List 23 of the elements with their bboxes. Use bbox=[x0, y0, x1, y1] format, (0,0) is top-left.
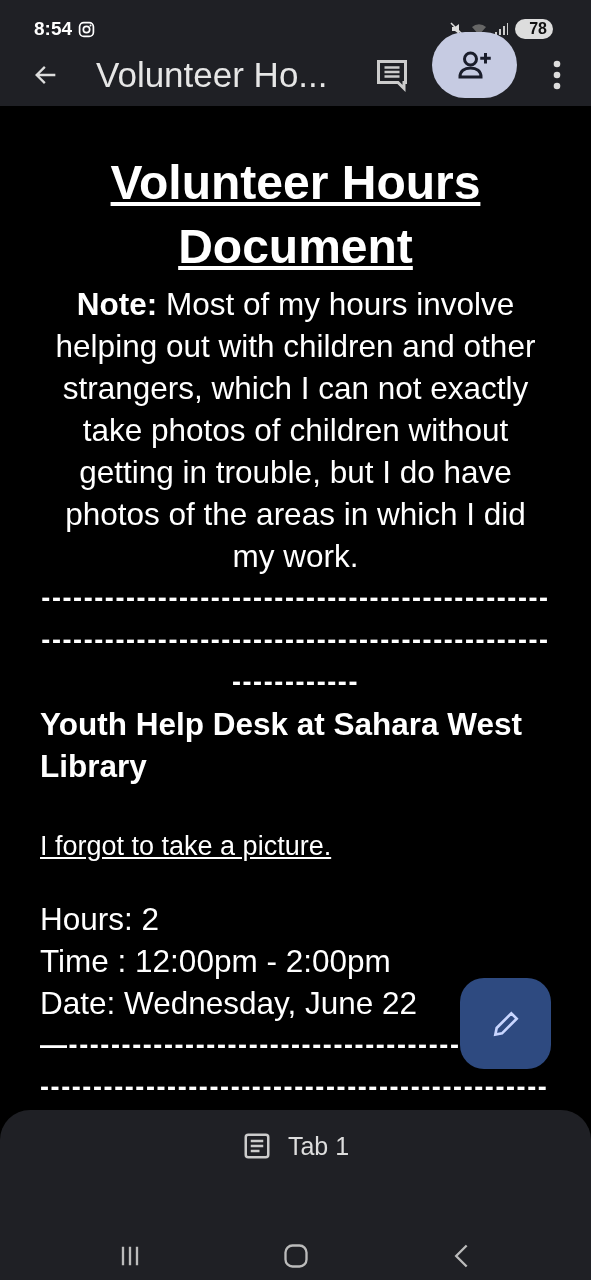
dashed-line: ------------------------------------------------ bbox=[40, 1071, 549, 1104]
dashed-line: ------------------------------------------------ bbox=[41, 624, 550, 657]
status-time: 8:54 bbox=[34, 18, 73, 40]
home-icon[interactable] bbox=[281, 1242, 310, 1270]
dashed-line: ------------------------------------------------ bbox=[41, 582, 550, 615]
dashed-line: —------------------------------------- bbox=[40, 1029, 461, 1062]
detail-line: Time : 12:00pm - 2:00pm bbox=[40, 942, 391, 981]
dashed-line: ------------ bbox=[231, 666, 360, 699]
add-person-button[interactable] bbox=[432, 32, 517, 98]
document-title: Volunteer Ho... bbox=[96, 55, 328, 95]
more-options-icon[interactable] bbox=[553, 60, 561, 90]
section-heading: Youth Help Desk at Sahara West Library bbox=[40, 705, 523, 786]
document-heading: Volunteer Hours Document bbox=[109, 155, 482, 275]
signal-icon bbox=[493, 21, 510, 37]
detail-line: Date: Wednesday, June 22 bbox=[40, 984, 418, 1023]
edit-button[interactable] bbox=[460, 978, 551, 1069]
detail-line: Hours: 2 bbox=[40, 900, 160, 939]
note-paragraph: Note: Most of my hours involve helping out with children and other strangers, which I can not exactly take photos of children without getting in trouble, but I do have photos of the areas in which I did my work. bbox=[54, 285, 537, 576]
camera-icon bbox=[78, 20, 96, 38]
battery-indicator: 78 bbox=[515, 19, 553, 39]
tab-button[interactable]: Tab 1 bbox=[241, 1130, 350, 1162]
comment-icon[interactable] bbox=[374, 57, 410, 93]
link[interactable]: I forgot to take a picture. bbox=[40, 831, 332, 861]
